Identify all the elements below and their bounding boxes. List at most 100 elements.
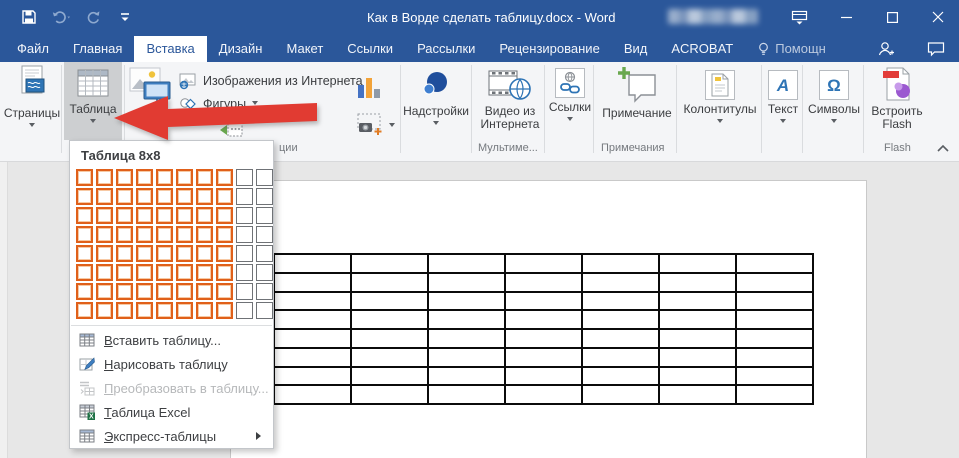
tab-ссылки[interactable]: Ссылки	[335, 36, 405, 62]
grid-cell-8x4[interactable]	[136, 302, 153, 319]
grid-cell-7x3[interactable]	[116, 283, 133, 300]
menu-item-quick-tables[interactable]: Экспресс-таблицы	[70, 424, 273, 448]
grid-cell-6x10[interactable]	[256, 264, 273, 281]
grid-cell-8x9[interactable]	[236, 302, 253, 319]
grid-cell-4x1[interactable]	[76, 226, 93, 243]
header-footer-button[interactable]: Колонтитулы	[679, 70, 761, 126]
grid-cell-3x1[interactable]	[76, 207, 93, 224]
grid-cell-2x6[interactable]	[176, 188, 193, 205]
grid-cell-2x7[interactable]	[196, 188, 213, 205]
grid-cell-5x8[interactable]	[216, 245, 233, 262]
grid-cell-2x10[interactable]	[256, 188, 273, 205]
tab-файл[interactable]: Файл	[5, 36, 61, 62]
grid-cell-5x4[interactable]	[136, 245, 153, 262]
tab-дизайн[interactable]: Дизайн	[207, 36, 275, 62]
grid-cell-7x10[interactable]	[256, 283, 273, 300]
menu-item-insert-table[interactable]: Вставить таблицу...	[70, 328, 273, 352]
grid-cell-8x3[interactable]	[116, 302, 133, 319]
close-button[interactable]	[921, 0, 955, 34]
grid-cell-6x9[interactable]	[236, 264, 253, 281]
grid-cell-3x8[interactable]	[216, 207, 233, 224]
grid-cell-3x7[interactable]	[196, 207, 213, 224]
grid-cell-2x8[interactable]	[216, 188, 233, 205]
grid-cell-1x8[interactable]	[216, 169, 233, 186]
tab-главная[interactable]: Главная	[61, 36, 134, 62]
grid-cell-5x1[interactable]	[76, 245, 93, 262]
comment-button[interactable]: Примечание	[597, 65, 677, 120]
grid-cell-8x7[interactable]	[196, 302, 213, 319]
grid-cell-8x8[interactable]	[216, 302, 233, 319]
grid-cell-7x4[interactable]	[136, 283, 153, 300]
grid-cell-6x6[interactable]	[176, 264, 193, 281]
tab-рецензирование[interactable]: Рецензирование	[487, 36, 611, 62]
grid-cell-2x2[interactable]	[96, 188, 113, 205]
share-person-button[interactable]	[874, 39, 898, 59]
online-video-button[interactable]: Видео из Интернета	[476, 68, 544, 131]
grid-cell-8x1[interactable]	[76, 302, 93, 319]
grid-cell-8x6[interactable]	[176, 302, 193, 319]
chart-button[interactable]	[356, 74, 382, 105]
grid-cell-1x5[interactable]	[156, 169, 173, 186]
ribbon-display-options-button[interactable]	[782, 0, 816, 34]
grid-cell-7x9[interactable]	[236, 283, 253, 300]
grid-cell-8x2[interactable]	[96, 302, 113, 319]
grid-cell-4x2[interactable]	[96, 226, 113, 243]
grid-cell-5x10[interactable]	[256, 245, 273, 262]
menu-item-excel-table[interactable]: XТаблица Excel	[70, 400, 273, 424]
collapse-ribbon-button[interactable]	[936, 141, 950, 159]
grid-cell-4x4[interactable]	[136, 226, 153, 243]
grid-cell-2x1[interactable]	[76, 188, 93, 205]
grid-cell-1x2[interactable]	[96, 169, 113, 186]
grid-cell-5x6[interactable]	[176, 245, 193, 262]
grid-cell-6x4[interactable]	[136, 264, 153, 281]
grid-cell-3x5[interactable]	[156, 207, 173, 224]
document-page[interactable]	[230, 180, 867, 458]
tab-рассылки[interactable]: Рассылки	[405, 36, 487, 62]
grid-cell-4x10[interactable]	[256, 226, 273, 243]
text-button[interactable]: A Текст	[763, 70, 803, 126]
symbols-button[interactable]: Ω Символы	[805, 70, 863, 126]
tab-макет[interactable]: Макет	[274, 36, 335, 62]
grid-cell-5x7[interactable]	[196, 245, 213, 262]
maximize-button[interactable]	[875, 0, 909, 34]
embed-flash-button[interactable]: Встроить Flash	[867, 65, 927, 131]
grid-cell-5x2[interactable]	[96, 245, 113, 262]
grid-cell-2x9[interactable]	[236, 188, 253, 205]
grid-cell-1x4[interactable]	[136, 169, 153, 186]
grid-cell-7x6[interactable]	[176, 283, 193, 300]
links-button[interactable]: Ссылки	[548, 68, 592, 124]
grid-cell-7x1[interactable]	[76, 283, 93, 300]
grid-cell-3x9[interactable]	[236, 207, 253, 224]
grid-cell-7x7[interactable]	[196, 283, 213, 300]
grid-cell-5x9[interactable]	[236, 245, 253, 262]
grid-cell-6x2[interactable]	[96, 264, 113, 281]
grid-cell-6x5[interactable]	[156, 264, 173, 281]
grid-cell-3x3[interactable]	[116, 207, 133, 224]
grid-cell-1x1[interactable]	[76, 169, 93, 186]
grid-cell-1x6[interactable]	[176, 169, 193, 186]
grid-cell-4x9[interactable]	[236, 226, 253, 243]
grid-cell-1x10[interactable]	[256, 169, 273, 186]
save-button[interactable]	[18, 6, 40, 28]
tab-вид[interactable]: Вид	[612, 36, 660, 62]
grid-cell-1x3[interactable]	[116, 169, 133, 186]
undo-button[interactable]	[50, 6, 72, 28]
grid-cell-6x7[interactable]	[196, 264, 213, 281]
tab-вставка[interactable]: Вставка	[134, 36, 206, 62]
customize-quick-access-button[interactable]	[114, 6, 136, 28]
grid-cell-3x2[interactable]	[96, 207, 113, 224]
grid-cell-7x8[interactable]	[216, 283, 233, 300]
grid-cell-1x7[interactable]	[196, 169, 213, 186]
grid-cell-4x5[interactable]	[156, 226, 173, 243]
grid-cell-4x8[interactable]	[216, 226, 233, 243]
grid-cell-3x4[interactable]	[136, 207, 153, 224]
grid-cell-6x8[interactable]	[216, 264, 233, 281]
screenshot-button[interactable]	[357, 113, 395, 137]
grid-cell-5x5[interactable]	[156, 245, 173, 262]
pages-button[interactable]: Страницы	[4, 65, 60, 130]
comments-button[interactable]	[924, 39, 948, 59]
grid-cell-2x4[interactable]	[136, 188, 153, 205]
grid-cell-4x3[interactable]	[116, 226, 133, 243]
addins-button[interactable]: Надстройки	[404, 68, 468, 128]
grid-cell-3x6[interactable]	[176, 207, 193, 224]
